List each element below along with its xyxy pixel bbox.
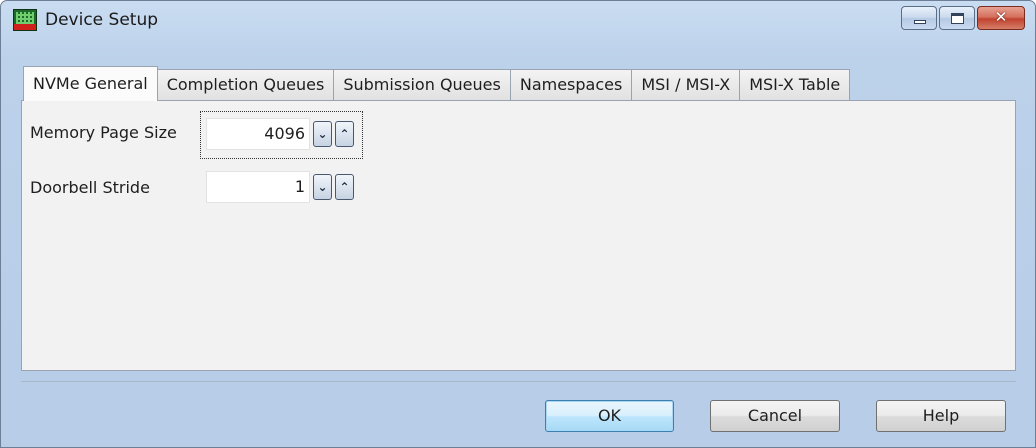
- chevron-up-icon: ⌃: [339, 127, 350, 141]
- doorbell-stride-decrement-button[interactable]: ⌄: [313, 174, 332, 200]
- doorbell-stride-increment-button[interactable]: ⌃: [335, 174, 354, 200]
- window-title: Device Setup: [45, 10, 159, 30]
- maximize-button[interactable]: [939, 6, 975, 30]
- caption-buttons: ✕: [901, 6, 1025, 32]
- help-button[interactable]: Help: [876, 400, 1006, 432]
- footer-divider: [21, 381, 1016, 382]
- cancel-button[interactable]: Cancel: [710, 400, 840, 432]
- tab-namespaces[interactable]: Namespaces: [510, 69, 633, 101]
- doorbell-stride-label: Doorbell Stride: [30, 178, 150, 197]
- ok-button[interactable]: OK: [545, 400, 674, 432]
- app-icon: [13, 9, 37, 31]
- nvme-general-panel: Memory Page Size 4096 ⌄ ⌃ Doorbell Strid…: [21, 100, 1016, 371]
- tab-msix-table[interactable]: MSI-X Table: [740, 69, 851, 101]
- tab-msi-msix[interactable]: MSI / MSI-X: [632, 69, 741, 101]
- memory-page-size-input[interactable]: 4096: [206, 118, 310, 150]
- close-button[interactable]: ✕: [977, 6, 1025, 30]
- device-setup-window: Device Setup ✕ NVMe General Completion Q…: [0, 0, 1036, 448]
- tab-completion-queues[interactable]: Completion Queues: [157, 69, 335, 101]
- title-bar[interactable]: Device Setup ✕: [1, 1, 1035, 63]
- close-icon: ✕: [994, 8, 1008, 26]
- memory-page-size-increment-button[interactable]: ⌃: [335, 121, 354, 147]
- chevron-up-icon: ⌃: [339, 180, 350, 194]
- memory-page-size-decrement-button[interactable]: ⌄: [313, 121, 332, 147]
- tab-strip: NVMe General Completion Queues Submissio…: [23, 66, 851, 101]
- chevron-down-icon: ⌄: [317, 127, 328, 141]
- minimize-icon: [914, 20, 926, 24]
- memory-page-size-label: Memory Page Size: [30, 123, 177, 142]
- tab-submission-queues[interactable]: Submission Queues: [334, 69, 511, 101]
- doorbell-stride-input[interactable]: 1: [206, 171, 310, 203]
- chevron-down-icon: ⌄: [317, 180, 328, 194]
- minimize-button[interactable]: [901, 6, 937, 30]
- tab-nvme-general[interactable]: NVMe General: [23, 66, 158, 101]
- maximize-icon: [951, 13, 964, 24]
